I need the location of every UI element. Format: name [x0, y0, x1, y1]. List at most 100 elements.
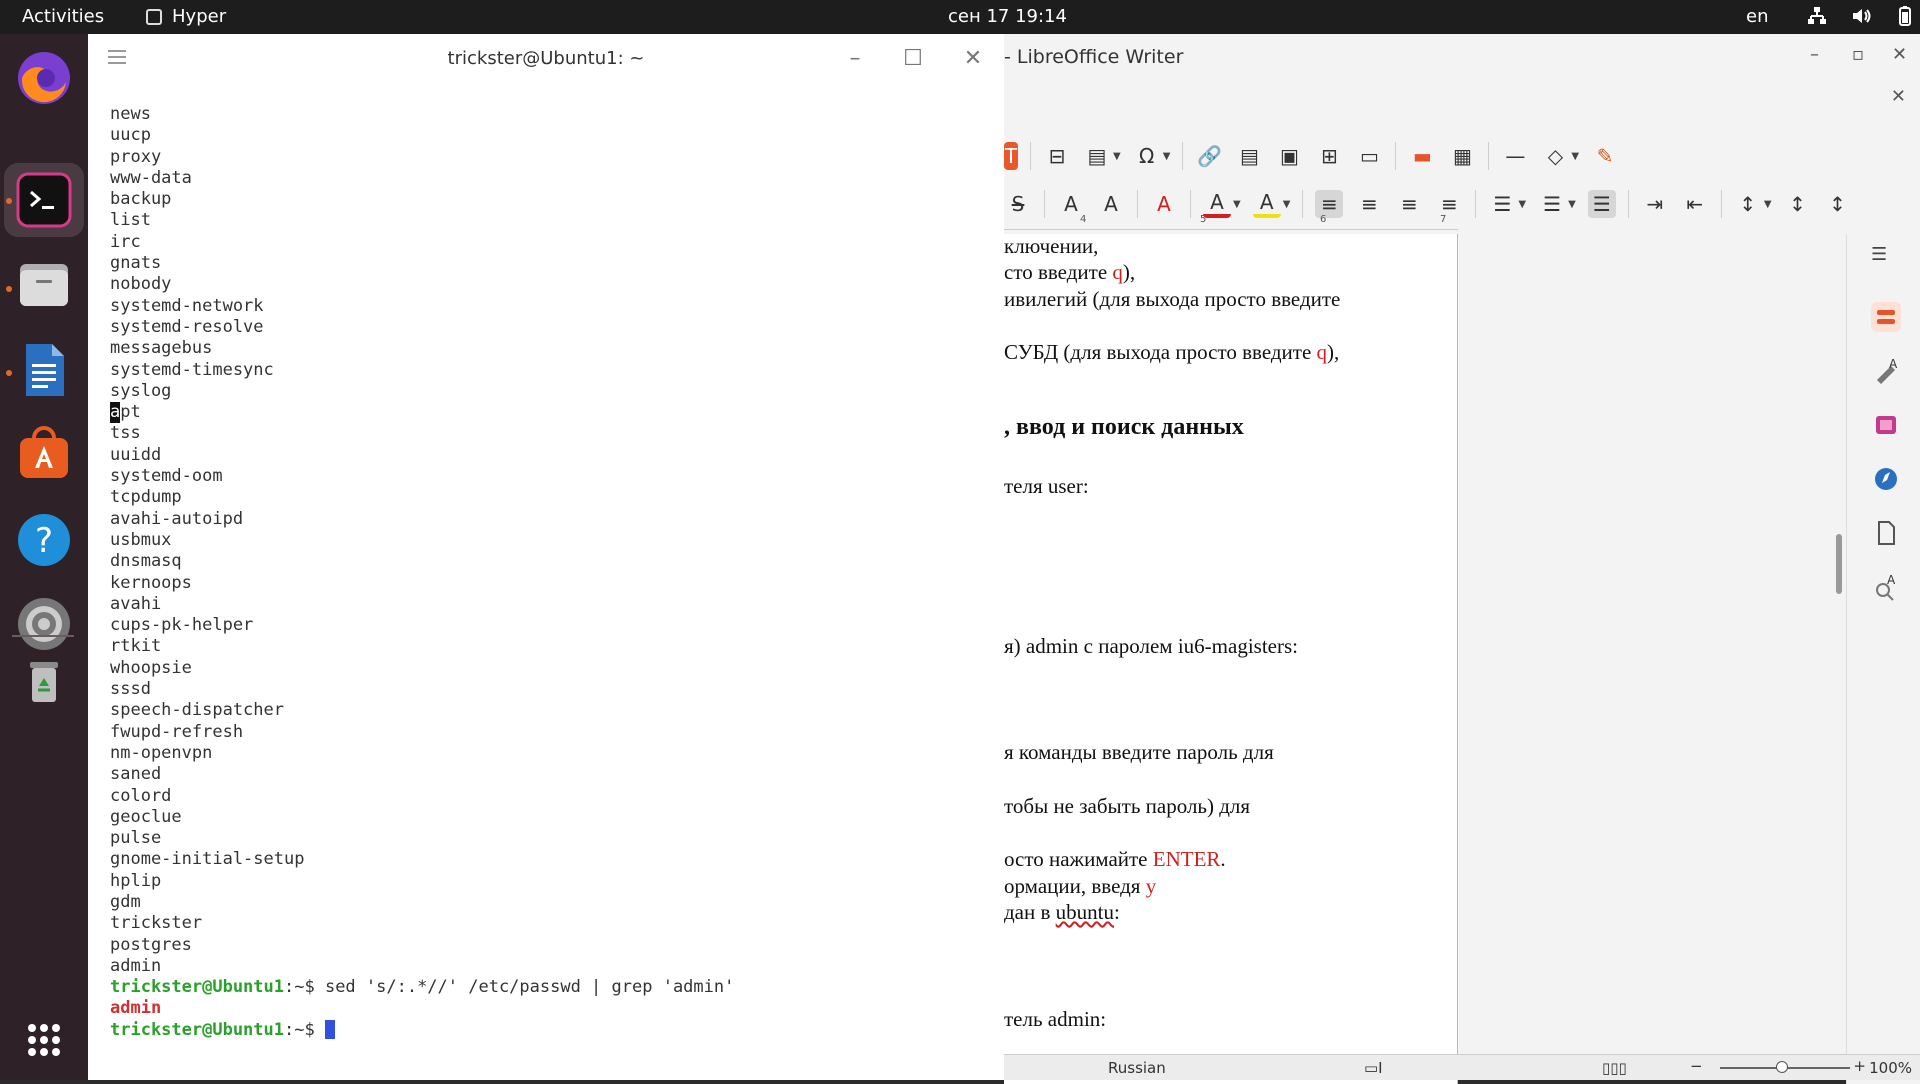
terminal-line: nm-openvpn	[110, 742, 213, 763]
paragraph-spacing-icon[interactable]: ↕	[1784, 190, 1812, 218]
terminal-line: speech-dispatcher	[110, 700, 284, 721]
maximize-icon[interactable]: ☐	[900, 46, 926, 72]
footnote-icon[interactable]: ▤	[1235, 142, 1263, 170]
network-icon[interactable]	[1806, 5, 1828, 27]
terminal-line: fwupd-refresh	[110, 721, 244, 742]
decrease-spacing-icon[interactable]: ↕	[1824, 190, 1852, 218]
bookmark-icon[interactable]: ⊞	[1315, 142, 1343, 170]
terminal-line: systemd-network	[110, 295, 264, 316]
draw-icon[interactable]: ✎	[1591, 142, 1619, 170]
running-indicator	[6, 370, 12, 376]
current-prompt-line[interactable]: trickster@Ubuntu1:~$	[110, 1020, 734, 1041]
document-page[interactable]: ключении, сто введите q), ивилегий (для …	[1004, 234, 1458, 1084]
field-icon[interactable]: ▤	[1083, 142, 1111, 170]
terminal-line: hplip	[110, 870, 162, 891]
terminal-line: avahi	[110, 593, 162, 614]
selection-highlight: a	[110, 402, 121, 424]
sidebar-menu-icon[interactable]: ☰	[1871, 244, 1901, 274]
app-center-icon[interactable]	[14, 424, 74, 484]
files-icon[interactable]	[14, 254, 74, 314]
activities-button[interactable]: Activities	[22, 6, 104, 27]
minimize-icon[interactable]: –	[842, 46, 868, 72]
system-tray[interactable]	[1806, 5, 1916, 27]
navigator-icon[interactable]	[1871, 464, 1901, 494]
close-document-icon[interactable]: ✕	[1891, 86, 1906, 107]
textbox-icon[interactable]: T	[1004, 142, 1018, 170]
view-layout-icons[interactable]: ▯▯▯	[1602, 1059, 1627, 1077]
minimize-icon[interactable]: –	[1810, 44, 1819, 65]
show-apps-icon[interactable]	[14, 1010, 74, 1070]
app-menu[interactable]: Hyper	[146, 6, 226, 27]
properties-icon[interactable]	[1871, 302, 1901, 332]
terminal-line: geoclue	[110, 806, 182, 827]
decrease-indent-icon[interactable]: ⇤	[1681, 190, 1709, 218]
svg-text:A: A	[1887, 573, 1896, 587]
terminal-line: gnome-initial-setup	[110, 849, 305, 870]
maximize-icon[interactable]: ▫	[1852, 44, 1864, 65]
zoom-slider[interactable]	[1720, 1061, 1850, 1073]
hyperlink-icon[interactable]: 🔗	[1195, 142, 1223, 170]
close-icon[interactable]: ✕	[960, 46, 986, 72]
line-icon[interactable]: —	[1501, 142, 1529, 170]
track-changes-icon[interactable]: ▦	[1448, 142, 1476, 170]
close-icon[interactable]: ✕	[1892, 44, 1907, 65]
dock: ?	[0, 34, 88, 1080]
terminal-line: irc	[110, 231, 141, 252]
battery-icon[interactable]	[1894, 5, 1916, 27]
cross-reference-icon[interactable]: ▭	[1355, 142, 1383, 170]
shapes-icon[interactable]: ◇	[1541, 142, 1569, 170]
comment-icon[interactable]: ▬	[1408, 142, 1436, 170]
endnote-icon[interactable]: ▣	[1275, 142, 1303, 170]
writer-window[interactable]: - LibreOffice Writer – ▫ ✕ ✕ T ⊟ ▤ ▼ Ω ▼ 🔗…	[1004, 34, 1920, 1084]
gallery-icon[interactable]	[1871, 410, 1901, 440]
outline-icon[interactable]: ☰	[1587, 190, 1616, 218]
help-icon[interactable]: ?	[14, 510, 74, 570]
text-cursor	[324, 1020, 335, 1040]
terminal-line: systemd-resolve	[110, 316, 264, 337]
status-bar: Russian ▭I ▯▯▯ − + 100%	[1004, 1054, 1920, 1080]
writer-title: - LibreOffice Writer	[1004, 46, 1184, 68]
terminal-window[interactable]: trickster@Ubuntu1: ~ – ☐ ✕ news uucp proxy…	[88, 34, 1004, 1080]
page-icon[interactable]	[1871, 518, 1901, 548]
style-inspector-icon[interactable]: A	[1871, 572, 1901, 602]
volume-icon[interactable]	[1850, 5, 1872, 27]
zoom-level[interactable]: 100%	[1869, 1059, 1912, 1077]
command-line: trickster@Ubuntu1:~$ sed 's/:.*//' /etc/…	[110, 977, 735, 998]
selection-mode-icon[interactable]: ▭I	[1364, 1059, 1383, 1077]
settings-icon[interactable]	[14, 594, 74, 654]
writer-sidebar: ☰ A A	[1846, 234, 1920, 1084]
scrollbar-thumb[interactable]	[1836, 534, 1842, 594]
terminal-line: colord	[110, 785, 172, 806]
doc-text-line: сто введите q),	[1004, 260, 1136, 284]
clock[interactable]: сен 17 19:14	[948, 6, 1067, 27]
terminal-line: backup	[110, 189, 172, 210]
numbered-list-icon[interactable]: ☰	[1538, 190, 1566, 218]
terminal-line: nobody	[110, 274, 172, 295]
trash-icon[interactable]	[14, 650, 74, 710]
terminal-line: tss	[110, 423, 141, 444]
doc-text-line: ключении,	[1004, 234, 1099, 258]
libreoffice-writer-icon[interactable]	[14, 340, 74, 400]
terminal-output[interactable]: news uucp proxy www-data backup list irc gnats n…	[110, 104, 734, 1041]
zoom-slider-knob[interactable]	[1776, 1061, 1788, 1073]
firefox-icon[interactable]	[14, 48, 74, 108]
doc-text-line: тель admin:	[1004, 1007, 1107, 1031]
vertical-scrollbar[interactable]	[1836, 234, 1844, 1084]
command-output: admin	[110, 998, 162, 1019]
ruler[interactable]: 4 5 6 7	[1004, 212, 1458, 230]
terminal-line: uucp	[110, 125, 151, 146]
special-character-icon[interactable]: Ω	[1133, 142, 1161, 170]
terminal-line: proxy	[110, 146, 162, 167]
keyboard-layout-indicator[interactable]: en	[1746, 6, 1768, 27]
increase-indent-icon[interactable]: ⇥	[1641, 190, 1669, 218]
svg-text:?: ?	[35, 521, 53, 561]
styles-icon[interactable]: A	[1871, 356, 1901, 386]
terminal-titlebar[interactable]: trickster@Ubuntu1: ~ – ☐ ✕	[88, 34, 1004, 84]
line-spacing-icon[interactable]: ↕	[1734, 190, 1762, 218]
zoom-out-icon[interactable]: −	[1690, 1057, 1703, 1075]
hyper-terminal-icon[interactable]	[14, 170, 74, 230]
bullet-list-icon[interactable]: ☰	[1488, 190, 1516, 218]
zoom-in-icon[interactable]: +	[1853, 1057, 1866, 1075]
page-break-icon[interactable]: ⊟	[1043, 142, 1071, 170]
document-language[interactable]: Russian	[1108, 1059, 1166, 1077]
